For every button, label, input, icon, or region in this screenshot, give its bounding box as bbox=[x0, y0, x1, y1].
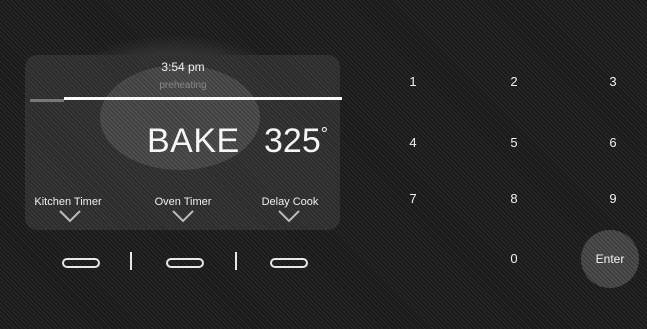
chevron-down-icon bbox=[59, 210, 81, 223]
progress-bar bbox=[64, 97, 342, 100]
progress-track bbox=[30, 99, 64, 102]
option-label-oven-timer: Oven Timer bbox=[154, 196, 212, 208]
option-label-delay-cook: Delay Cook bbox=[261, 196, 319, 208]
clock-time: 3:54 pm bbox=[161, 60, 205, 74]
keypad-key-2[interactable]: 2 bbox=[494, 70, 534, 94]
chevron-down-icon bbox=[172, 210, 194, 223]
divider bbox=[130, 252, 132, 270]
kitchen-timer-button[interactable] bbox=[62, 258, 100, 268]
keypad-key-5[interactable]: 5 bbox=[494, 131, 534, 155]
degree-symbol: ° bbox=[320, 124, 328, 144]
delay-cook-button[interactable] bbox=[270, 258, 308, 268]
chevron-down-icon bbox=[278, 210, 300, 223]
keypad-key-0[interactable]: 0 bbox=[494, 247, 534, 271]
keypad-key-4[interactable]: 4 bbox=[393, 131, 433, 155]
keypad-key-7[interactable]: 7 bbox=[393, 187, 433, 211]
oven-control-panel: 3:54 pm preheating BAKE 325° Kitchen Tim… bbox=[0, 0, 647, 329]
oven-timer-button[interactable] bbox=[166, 258, 204, 268]
keypad-key-6[interactable]: 6 bbox=[593, 131, 633, 155]
keypad-key-9[interactable]: 9 bbox=[593, 187, 633, 211]
keypad-key-1[interactable]: 1 bbox=[393, 70, 433, 94]
temperature-value: 325 bbox=[264, 122, 321, 160]
enter-button[interactable]: Enter bbox=[581, 230, 639, 288]
status-text: preheating bbox=[159, 80, 207, 91]
keypad-key-3[interactable]: 3 bbox=[593, 70, 633, 94]
cook-mode: BAKE bbox=[147, 122, 240, 160]
set-temperature: 325° bbox=[264, 122, 328, 161]
divider bbox=[235, 252, 237, 270]
keypad-key-8[interactable]: 8 bbox=[494, 187, 534, 211]
option-label-kitchen-timer: Kitchen Timer bbox=[34, 196, 102, 208]
